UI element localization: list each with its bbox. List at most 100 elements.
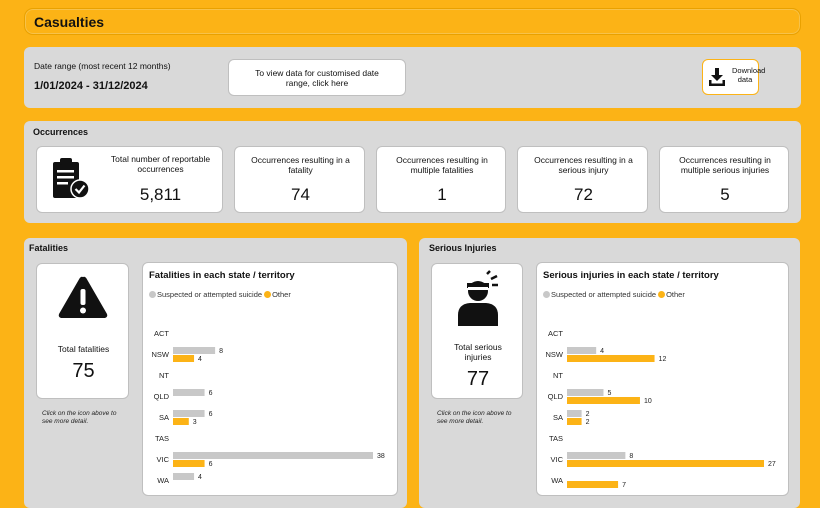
bar[interactable]	[173, 418, 189, 425]
category-label: VIC	[550, 455, 563, 464]
occurrence-card-value: 5	[720, 185, 730, 204]
fatalities-bar-chart: ACT NSW 8 4 NT QLD 6 SA 6 3 TAS VIC 38 6 WA 4	[152, 329, 385, 485]
total-serious-injuries-value: 77	[466, 368, 490, 390]
total-serious-injuries-label: Total serious injuries	[454, 342, 502, 362]
bar-value-label: 7	[622, 482, 626, 489]
custom-date-range-label: To view data for customised date range, …	[255, 67, 379, 88]
bar-value-label: 10	[644, 398, 652, 405]
legend-dot-other	[658, 291, 666, 298]
category-label: QLD	[548, 392, 564, 401]
bar[interactable]	[567, 347, 597, 354]
injured-person-icon[interactable]	[452, 270, 506, 328]
bar-value-label: 2	[586, 419, 590, 426]
bar-value-label: 8	[629, 453, 633, 460]
category-label: ACT	[154, 329, 169, 338]
total-fatalities-card[interactable]: Total fatalities 75	[36, 263, 129, 399]
occurrence-card-value: 74	[291, 185, 310, 204]
fatalities-panel: Fatalities Total fatalities 75 Click on …	[24, 238, 407, 508]
occurrence-card-label: Occurrences resulting in a fatality	[251, 155, 350, 175]
bar-value-label: 6	[209, 411, 213, 418]
category-label: WA	[551, 476, 563, 485]
bar[interactable]	[567, 410, 582, 417]
page-title: Casualties	[34, 14, 105, 30]
occurrence-card: Occurrences resulting in multiple fatali…	[376, 146, 506, 213]
bar[interactable]	[173, 473, 195, 480]
custom-date-range-button[interactable]: To view data for customised date range, …	[228, 59, 406, 96]
bar-value-label: 4	[600, 348, 604, 355]
category-label: WA	[157, 476, 169, 485]
bar[interactable]	[567, 452, 626, 459]
serious-injuries-note: Click on the icon above to see more deta…	[437, 410, 512, 425]
legend-dot-suicide	[149, 291, 156, 298]
serious-injuries-chart-title: Serious injuries in each state / territo…	[543, 270, 719, 281]
bar[interactable]	[567, 418, 582, 425]
bar-value-label: 38	[377, 453, 385, 460]
download-data-button[interactable]: Download data	[702, 59, 766, 95]
fatalities-title: Fatalities	[29, 243, 69, 253]
bar[interactable]	[567, 389, 604, 396]
serious-injuries-title: Serious Injuries	[429, 243, 497, 253]
legend-dot-suicide	[543, 291, 550, 298]
legend-label-other: Other	[272, 290, 291, 299]
bar[interactable]	[173, 460, 205, 467]
total-fatalities-value: 75	[72, 360, 95, 382]
category-label: NSW	[546, 350, 564, 359]
bar-value-label: 6	[209, 461, 213, 468]
date-range-label: Date range (most recent 12 months)	[34, 61, 171, 71]
category-label: QLD	[154, 392, 170, 401]
page-title-bar: Casualties	[24, 8, 801, 35]
occurrence-card: Occurrences resulting in multiple seriou…	[659, 146, 789, 213]
category-label: NT	[159, 371, 169, 380]
serious-injuries-chart-legend: Suspected or attempted suicide Other	[543, 290, 685, 299]
bar[interactable]	[173, 347, 216, 354]
fatalities-chart-card: Fatalities in each state / territory Sus…	[142, 262, 398, 496]
serious-injuries-bar-chart: ACT NSW 4 12 NT QLD 5 10 SA 22 TAS VIC 8 27 WA 7	[546, 329, 776, 489]
bar-value-label: 2	[586, 411, 590, 418]
legend-label-suicide: Suspected or attempted suicide	[157, 290, 263, 299]
bar[interactable]	[567, 460, 764, 467]
category-label: TAS	[549, 434, 563, 443]
bar-value-label: 27	[768, 461, 776, 468]
category-label: SA	[159, 413, 169, 422]
bar-value-label: 6	[209, 390, 213, 397]
bar-value-label: 8	[219, 348, 223, 355]
category-label: TAS	[155, 434, 169, 443]
occurrences-panel: Occurrences Total number of reportable o…	[24, 121, 801, 223]
category-label: NT	[553, 371, 563, 380]
total-fatalities-label: Total fatalities	[57, 344, 110, 354]
warning-triangle-icon[interactable]	[57, 274, 109, 320]
category-label: SA	[553, 413, 563, 422]
occurrences-title: Occurrences	[33, 127, 89, 137]
occurrence-card: Total number of reportable occurrences 5,…	[36, 146, 223, 213]
category-label: ACT	[548, 329, 563, 338]
bar[interactable]	[173, 355, 195, 362]
legend-label-suicide: Suspected or attempted suicide	[551, 290, 657, 299]
bar-value-label: 12	[659, 356, 667, 363]
download-icon	[709, 68, 725, 86]
date-range-panel: Date range (most recent 12 months) 1/01/…	[24, 47, 801, 108]
occurrence-card-label: Occurrences resulting in multiple seriou…	[679, 155, 771, 175]
occurrence-card: Occurrences resulting in a serious injur…	[517, 146, 648, 213]
occurrence-card-value: 1	[437, 185, 447, 204]
fatalities-chart-legend: Suspected or attempted suicide Other	[149, 290, 291, 299]
bar[interactable]	[567, 397, 640, 404]
clipboard-check-icon	[53, 158, 90, 199]
legend-dot-other	[264, 291, 272, 298]
bar[interactable]	[567, 481, 619, 488]
serious-injuries-chart-card: Serious injuries in each state / territo…	[536, 262, 789, 496]
bar[interactable]	[173, 452, 373, 459]
bar[interactable]	[173, 389, 205, 396]
bar-value-label: 4	[198, 474, 202, 481]
bar[interactable]	[567, 355, 655, 362]
download-label: Download data	[732, 66, 766, 84]
bar-value-label: 4	[198, 356, 202, 363]
category-label: VIC	[156, 455, 169, 464]
date-range-value: 1/01/2024 - 31/12/2024	[34, 80, 148, 92]
total-serious-injuries-card[interactable]: Total serious injuries 77	[431, 263, 523, 399]
occurrence-card: Occurrences resulting in a fatality 74	[234, 146, 365, 213]
serious-injuries-panel: Serious Injuries Total serious injuries …	[419, 238, 800, 508]
occurrence-card-value: 5,811	[139, 185, 182, 204]
category-label: NSW	[152, 350, 170, 359]
bar[interactable]	[173, 410, 205, 417]
bar-value-label: 5	[607, 390, 611, 397]
